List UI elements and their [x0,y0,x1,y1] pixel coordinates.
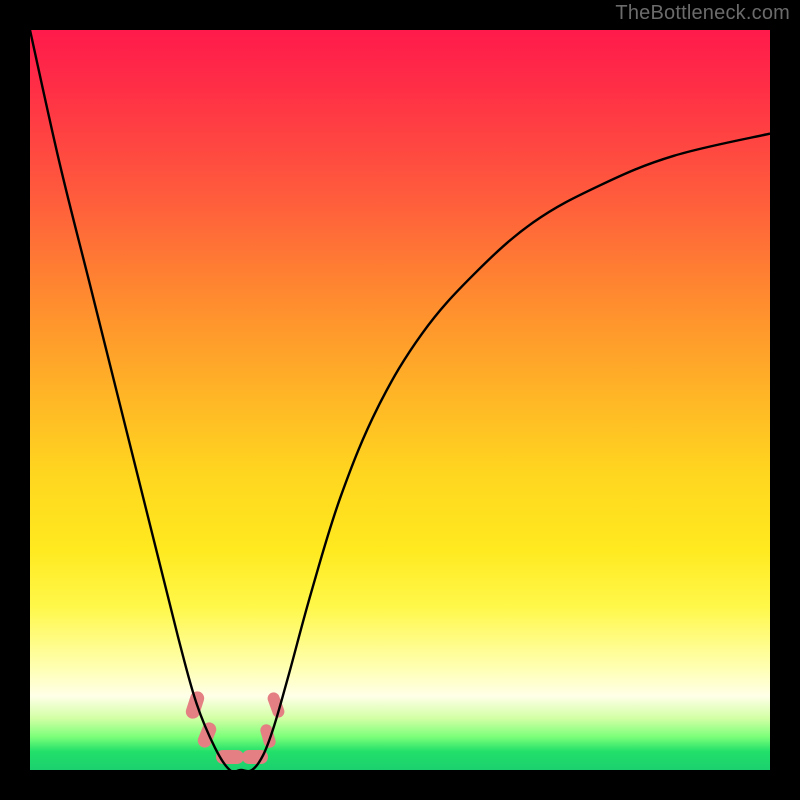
watermark-text: TheBottleneck.com [615,2,790,25]
bottleneck-curve [30,30,770,770]
plot-area [30,30,770,770]
chart-frame: TheBottleneck.com [0,0,800,800]
